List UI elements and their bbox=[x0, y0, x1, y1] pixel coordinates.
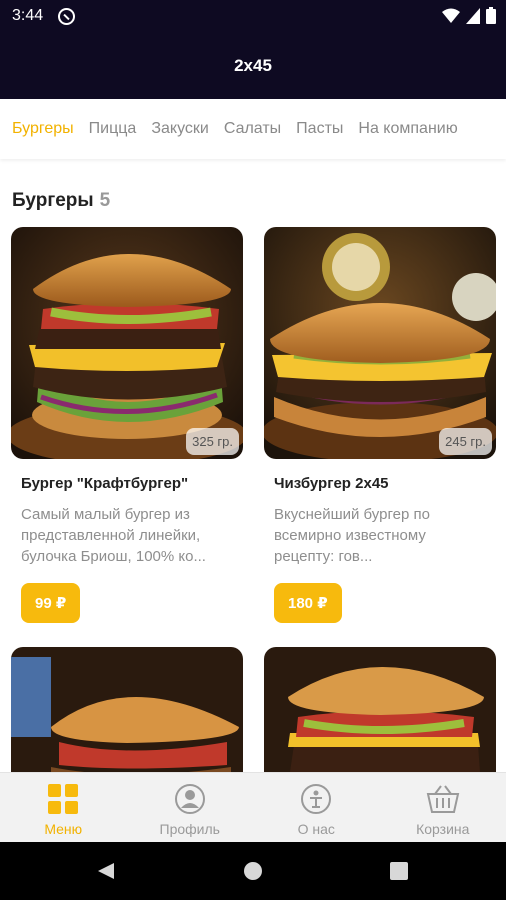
recents-icon[interactable] bbox=[390, 862, 408, 880]
product-card[interactable] bbox=[11, 647, 243, 772]
burger-image bbox=[11, 647, 243, 772]
tab-pizza[interactable]: Пицца bbox=[89, 120, 137, 138]
nav-profile-label: Профиль bbox=[159, 821, 220, 837]
product-photo[interactable] bbox=[11, 647, 243, 772]
basket-icon bbox=[426, 785, 459, 813]
nav-profile[interactable]: Профиль bbox=[127, 773, 254, 842]
status-bar: 3:44 bbox=[0, 0, 506, 32]
product-weight: 245 гр. bbox=[439, 428, 492, 455]
product-photo[interactable]: 325 гр. bbox=[11, 227, 243, 459]
price-button[interactable]: 99 ₽ bbox=[21, 583, 81, 623]
dnd-icon bbox=[58, 8, 75, 25]
grid-icon bbox=[48, 784, 79, 814]
back-icon[interactable] bbox=[96, 861, 116, 881]
nav-cart-label: Корзина bbox=[416, 821, 470, 837]
section-title-text: Бургеры bbox=[12, 190, 94, 211]
product-card[interactable]: 245 гр. Чизбургер 2х45 Вкуснейший бургер… bbox=[264, 227, 496, 623]
section-title: Бургеры 5 bbox=[12, 190, 110, 212]
burger-image bbox=[264, 227, 496, 459]
app-header: 3:44 2x45 bbox=[0, 0, 506, 99]
product-card[interactable] bbox=[264, 647, 496, 772]
section-count: 5 bbox=[99, 190, 111, 211]
product-card[interactable]: 325 гр. Бургер "Крафтбургер" Самый малый… bbox=[11, 227, 243, 623]
nav-menu[interactable]: Меню bbox=[0, 773, 127, 842]
product-weight: 325 гр. bbox=[186, 428, 239, 455]
tab-snacks[interactable]: Закуски bbox=[151, 120, 209, 138]
tab-salads[interactable]: Салаты bbox=[224, 120, 281, 138]
status-time: 3:44 bbox=[12, 7, 44, 24]
nav-about-label: О нас bbox=[297, 821, 335, 837]
burger-image bbox=[264, 647, 496, 772]
product-name: Чизбургер 2х45 bbox=[274, 475, 389, 492]
signal-icon bbox=[466, 7, 480, 24]
product-description: Самый малый бургер из представленной лин… bbox=[21, 506, 206, 565]
product-photo[interactable] bbox=[264, 647, 496, 772]
product-name: Бургер "Крафтбургер" bbox=[21, 475, 189, 492]
tab-burgers[interactable]: Бургеры bbox=[12, 120, 74, 138]
profile-icon bbox=[174, 784, 205, 814]
nav-about[interactable]: О нас bbox=[253, 773, 380, 842]
category-tabs: Бургеры Пицца Закуски Салаты Пасты На ко… bbox=[0, 99, 506, 159]
nav-cart[interactable]: Корзина bbox=[380, 773, 506, 842]
battery-icon bbox=[486, 7, 496, 24]
info-icon bbox=[301, 784, 332, 814]
tab-pastas[interactable]: Пасты bbox=[296, 120, 343, 138]
page-title: 2x45 bbox=[234, 56, 272, 75]
burger-image bbox=[11, 227, 243, 459]
tab-for-company[interactable]: На компанию bbox=[358, 120, 457, 138]
nav-menu-label: Меню bbox=[44, 821, 83, 837]
bottom-nav: Меню Профиль О нас Корзина bbox=[0, 772, 506, 842]
wifi-icon bbox=[442, 8, 460, 23]
system-nav-bar bbox=[0, 842, 506, 900]
product-photo[interactable]: 245 гр. bbox=[264, 227, 496, 459]
product-description: Вкуснейший бургер по всемирно известному… bbox=[274, 506, 430, 565]
price-button[interactable]: 180 ₽ bbox=[274, 583, 342, 623]
home-icon[interactable] bbox=[243, 861, 263, 881]
